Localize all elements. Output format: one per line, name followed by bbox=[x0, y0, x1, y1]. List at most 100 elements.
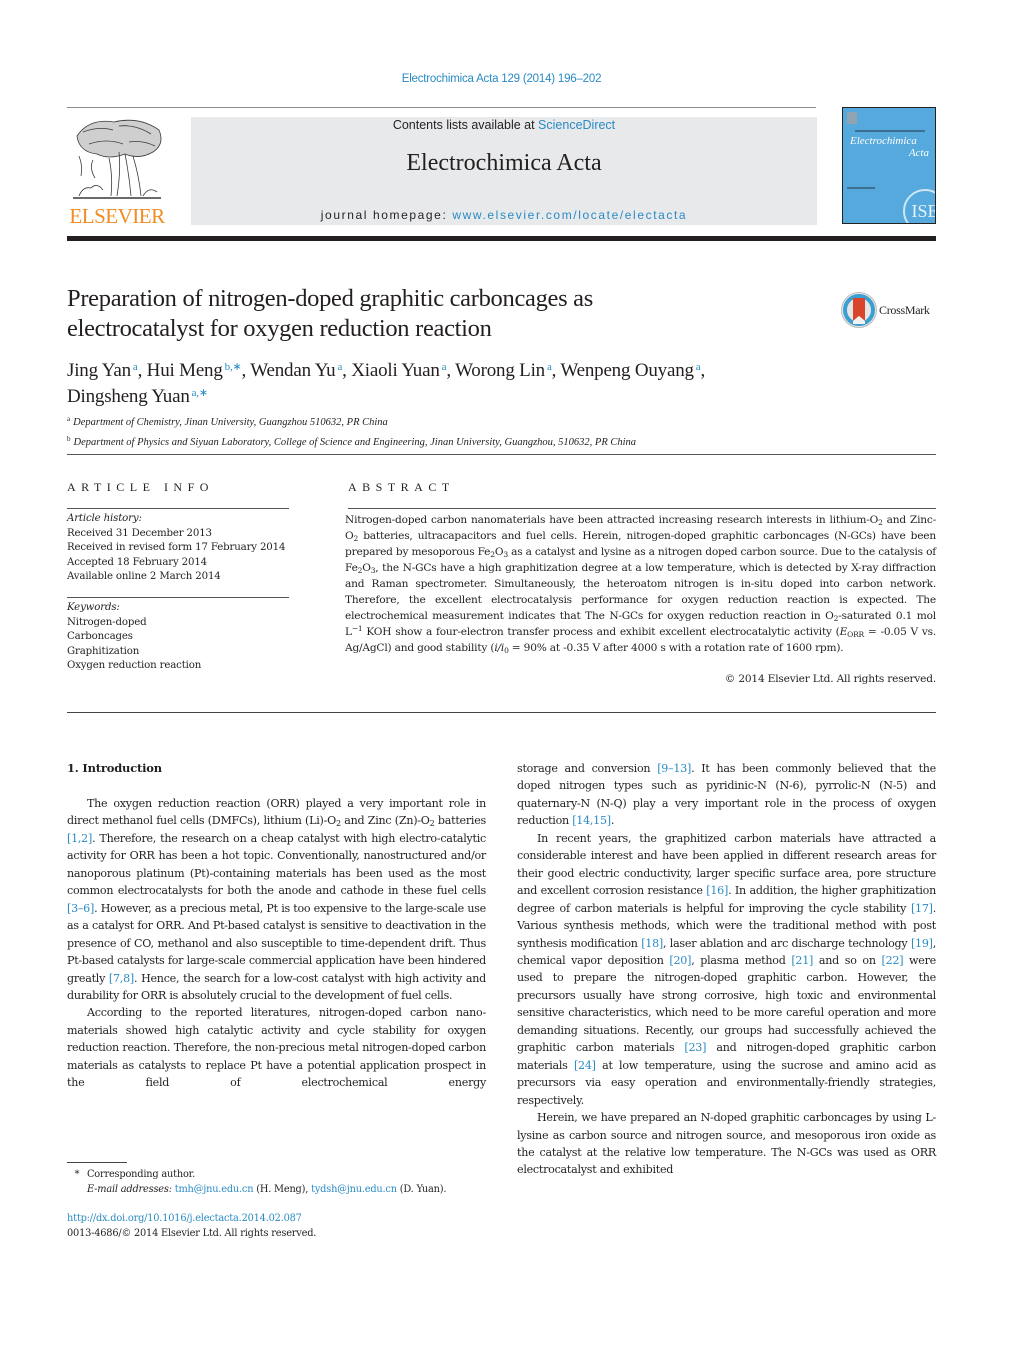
text-run: , plasma method bbox=[691, 953, 792, 967]
keyword-item: Oxygen reduction reaction bbox=[67, 660, 202, 671]
cover-info-bar bbox=[847, 187, 875, 189]
reference-link[interactable]: [16] bbox=[706, 884, 728, 897]
abstract-copyright: © 2014 Elsevier Ltd. All rights reserved… bbox=[724, 673, 936, 685]
reference-link[interactable]: [18] bbox=[641, 937, 663, 950]
article-info-rule bbox=[67, 508, 289, 509]
keywords: Keywords: Nitrogen-doped Carboncages Gra… bbox=[67, 601, 307, 674]
homepage-link[interactable]: www.elsevier.com/locate/electacta bbox=[452, 208, 687, 222]
keyword-item: Carboncages bbox=[67, 631, 133, 642]
text-run: . bbox=[610, 814, 615, 828]
author-name[interactable]: Jing Yan bbox=[67, 360, 131, 381]
reference-link[interactable]: [1,2] bbox=[67, 832, 92, 845]
corresponding-label: Corresponding author. bbox=[87, 1169, 195, 1180]
footnotes: * Corresponding author. E-mail addresses:… bbox=[67, 1167, 497, 1197]
author-name[interactable]: Xiaoli Yuan bbox=[351, 360, 440, 381]
reference-link[interactable]: [24] bbox=[574, 1059, 596, 1072]
intro-paragraph-3: In recent years, the graphitized carbon … bbox=[517, 830, 936, 1109]
email-link-meng[interactable]: tmh@jnu.edu.cn bbox=[175, 1184, 254, 1195]
sciencedirect-link[interactable]: ScienceDirect bbox=[538, 118, 615, 132]
doi-link[interactable]: http://dx.doi.org/10.1016/j.electacta.20… bbox=[67, 1213, 302, 1224]
author-name[interactable]: Worong Lin bbox=[455, 360, 545, 381]
reference-link[interactable]: [21] bbox=[791, 954, 813, 967]
title-line-2: electrocatalyst for oxygen reduction rea… bbox=[67, 315, 492, 342]
cover-subtitle-bar bbox=[855, 130, 925, 132]
journal-citation[interactable]: Electrochimica Acta 129 (2014) 196–202 bbox=[0, 73, 1003, 85]
article-history: Article history: Received 31 December 20… bbox=[67, 512, 307, 585]
intro-paragraph-2b: storage and conversion [9–13]. It has be… bbox=[517, 760, 936, 830]
author-separator: , bbox=[700, 360, 706, 381]
text-run: , laser ablation and arc discharge techn… bbox=[662, 936, 911, 950]
title-line-1: Preparation of nitrogen-doped graphitic … bbox=[67, 285, 593, 312]
author-name[interactable]: Dingsheng Yuan bbox=[67, 386, 190, 407]
affiliation-b: b Department of Physics and Siyuan Labora… bbox=[67, 431, 937, 451]
reference-link[interactable]: [17] bbox=[911, 902, 933, 915]
journal-homepage: journal homepage: www.elsevier.com/locat… bbox=[191, 208, 817, 222]
history-item: Available online 2 March 2014 bbox=[67, 571, 221, 582]
author-separator: , bbox=[446, 360, 456, 381]
email-label: E-mail addresses: bbox=[87, 1184, 175, 1195]
footnote-rule bbox=[67, 1162, 127, 1163]
author-name[interactable]: Hui Meng bbox=[147, 360, 223, 381]
elsevier-logo[interactable]: ELSEVIER bbox=[67, 116, 167, 228]
history-item: Received in revised form 17 February 201… bbox=[67, 542, 286, 553]
issn-line: 0013-4686/© 2014 Elsevier Ltd. All right… bbox=[67, 1228, 317, 1239]
email-owner: (D. Yuan). bbox=[396, 1184, 447, 1195]
text-run: and so on bbox=[813, 953, 882, 967]
author-separator: , bbox=[241, 360, 251, 381]
affiliation-a: a Department of Chemistry, Jinan Universi… bbox=[67, 411, 937, 431]
text-run: = 90% at -0.35 V after 4000 s with a rot… bbox=[508, 642, 844, 654]
homepage-prefix: journal homepage: bbox=[320, 208, 453, 222]
corresponding-author-note: * Corresponding author. bbox=[67, 1167, 497, 1182]
text-run: were used to prepare the nitrogen-doped … bbox=[517, 953, 936, 1055]
text-run: Nitrogen-doped carbon nanomaterials have… bbox=[345, 514, 879, 526]
abstract-bottom-rule bbox=[67, 712, 936, 713]
author-list: Jing Yan a, Hui Meng b,∗, Wendan Yu a, Xiao… bbox=[67, 356, 927, 408]
cover-publisher-badge bbox=[847, 112, 857, 124]
text-run: O bbox=[362, 562, 371, 574]
citation-link[interactable]: Electrochimica Acta 129 (2014) 196–202 bbox=[402, 73, 602, 85]
history-item: Accepted 18 February 2014 bbox=[67, 556, 208, 568]
author-affiliation-mark[interactable]: a,∗ bbox=[192, 387, 208, 399]
author-name[interactable]: Wendan Yu bbox=[250, 360, 335, 381]
reference-link[interactable]: [9–13] bbox=[657, 762, 691, 775]
body-column-left: The oxygen reduction reaction (ORR) play… bbox=[67, 795, 486, 1092]
contents-line: Contents lists available at ScienceDirec… bbox=[191, 118, 817, 132]
journal-cover-thumbnail[interactable]: Electrochimica Acta ISE bbox=[842, 107, 936, 224]
text-run: Herein, we have prepared an N-doped grap… bbox=[517, 1111, 936, 1177]
keywords-label: Keywords: bbox=[67, 602, 120, 613]
reference-link[interactable]: [20] bbox=[669, 954, 691, 967]
keyword-item: Nitrogen-doped bbox=[67, 616, 147, 628]
crossmark-label: CrossMark bbox=[879, 303, 930, 317]
affiliation-mark: b bbox=[67, 435, 71, 443]
intro-paragraph-4: Herein, we have prepared an N-doped grap… bbox=[517, 1109, 936, 1179]
reference-link[interactable]: [14,15] bbox=[572, 814, 611, 827]
email-link-yuan[interactable]: tydsh@jnu.edu.cn bbox=[311, 1184, 397, 1195]
text-run: and Zinc (Zn)-O bbox=[340, 814, 430, 828]
keyword-item: Graphitization bbox=[67, 645, 140, 657]
doi-block: http://dx.doi.org/10.1016/j.electacta.20… bbox=[67, 1211, 497, 1241]
keywords-rule bbox=[67, 597, 289, 598]
header-rule bbox=[67, 107, 816, 108]
introduction-heading: 1. Introduction bbox=[67, 761, 162, 775]
affiliation-text: Department of Physics and Siyuan Laborat… bbox=[73, 437, 637, 448]
reference-link[interactable]: [7,8] bbox=[109, 972, 134, 985]
reference-link[interactable]: [19] bbox=[911, 937, 933, 950]
article-info-heading: ARTICLE INFO bbox=[67, 480, 214, 494]
history-label: Article history: bbox=[67, 513, 142, 524]
reference-link[interactable]: [3–6] bbox=[67, 902, 94, 915]
text-run: . Therefore, the research on a cheap cat… bbox=[67, 831, 486, 898]
header-thick-rule bbox=[67, 236, 936, 241]
author-name[interactable]: Wenpeng Ouyang bbox=[560, 360, 694, 381]
crossmark-icon bbox=[841, 292, 877, 328]
cover-title-line2: Acta bbox=[908, 147, 929, 159]
history-item: Received 31 December 2013 bbox=[67, 527, 212, 539]
reference-link[interactable]: [23] bbox=[684, 1041, 706, 1054]
author-affiliation-mark[interactable]: b,∗ bbox=[225, 361, 242, 373]
cover-title-line1: Electrochimica bbox=[850, 135, 917, 147]
crossmark-button[interactable]: CrossMark bbox=[840, 291, 940, 329]
text-run: storage and conversion bbox=[517, 762, 658, 775]
reference-link[interactable]: [22] bbox=[882, 954, 904, 967]
affiliation-text: Department of Chemistry, Jinan Universit… bbox=[73, 417, 388, 428]
affiliations: a Department of Chemistry, Jinan Universi… bbox=[67, 411, 937, 451]
elsevier-wordmark: ELSEVIER bbox=[69, 204, 165, 228]
